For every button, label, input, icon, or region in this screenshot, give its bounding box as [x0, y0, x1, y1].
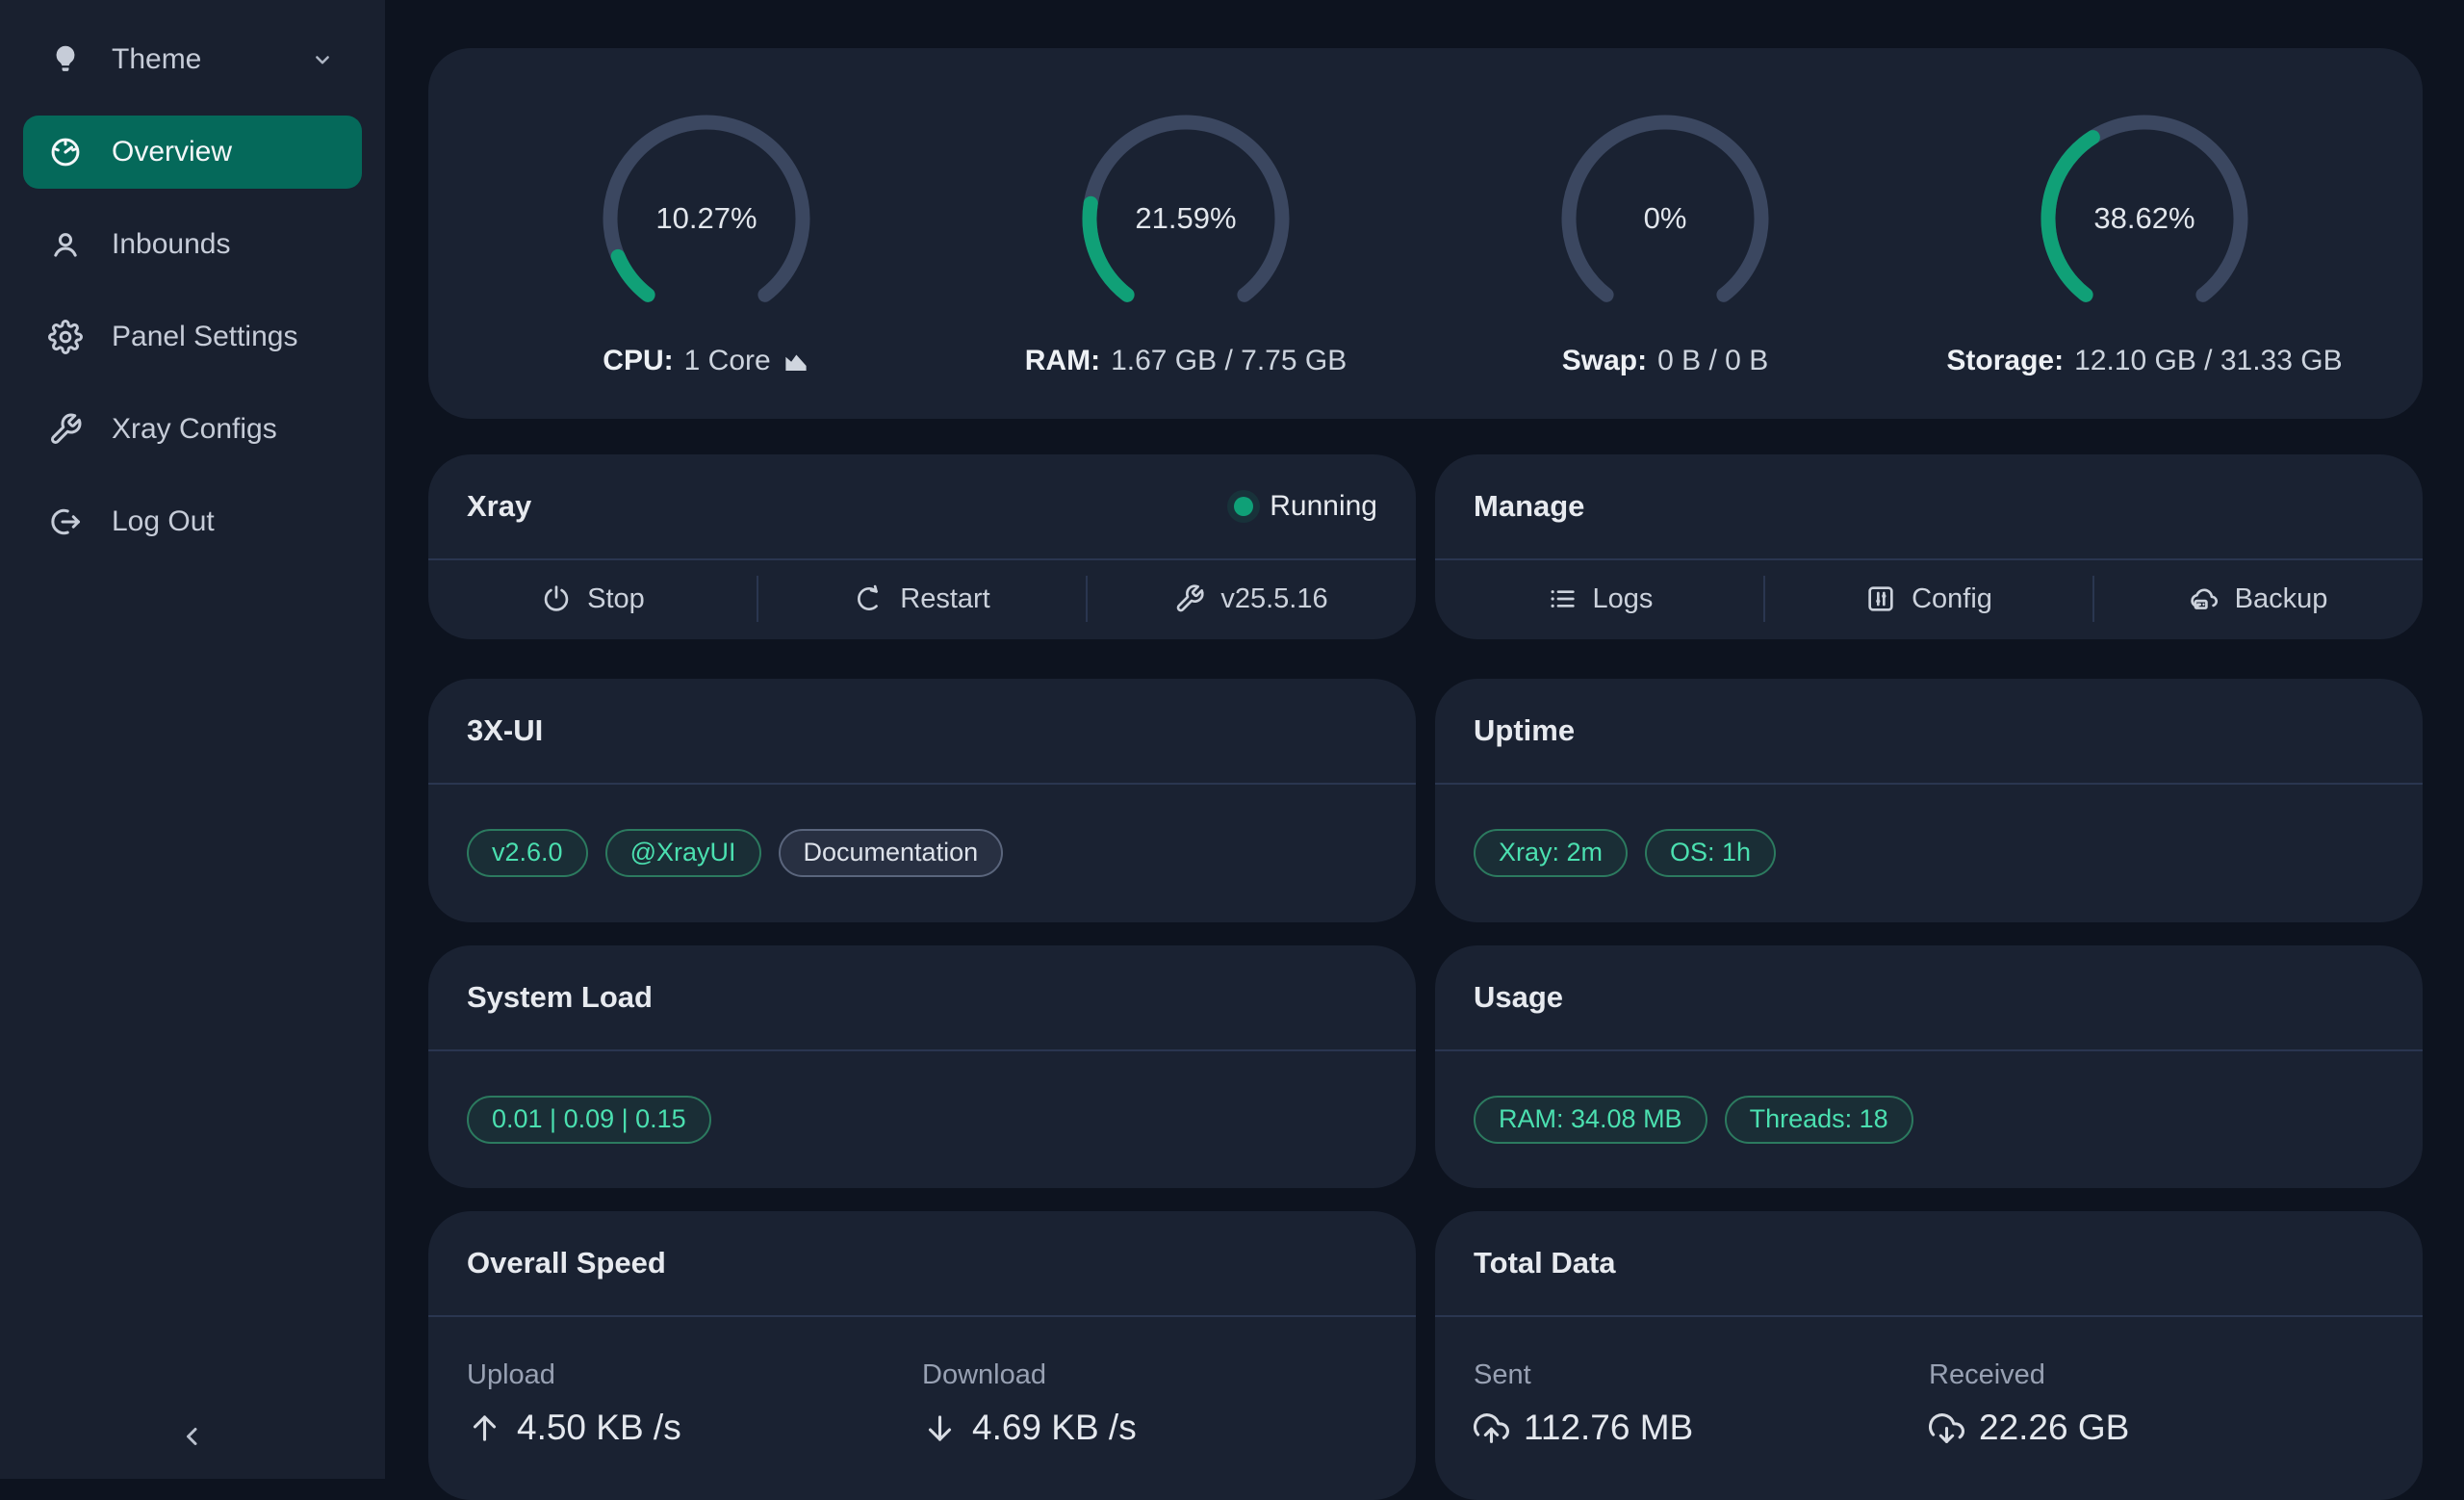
download-value: 4.69 KB /s [972, 1408, 1137, 1448]
sidebar-item-xray-configs[interactable]: Xray Configs [23, 393, 362, 466]
cpu-gauge: 10.27% CPU: 1 Core [467, 48, 946, 419]
xui-card-title: 3X-UI [467, 713, 543, 748]
upload-speed-block: Upload 4.50 KB /s [467, 1317, 922, 1448]
ram-percent: 21.59% [1075, 108, 1296, 329]
sent-data-block: Sent 112.76 MB [1474, 1317, 1929, 1448]
xray-card-title: Xray [467, 489, 531, 524]
uptime-card-title: Uptime [1474, 713, 1575, 748]
xray-version-button[interactable]: v25.5.16 [1087, 560, 1416, 637]
ram-usage-tag: RAM: 34.08 MB [1474, 1096, 1707, 1144]
usage-card: Usage RAM: 34.08 MB Threads: 18 [1435, 945, 2423, 1188]
xray-card: Xray Running Stop Restart [428, 454, 1416, 639]
received-value: 22.26 GB [1979, 1408, 2129, 1448]
cpu-history-chart-icon[interactable] [782, 347, 810, 375]
usage-card-title: Usage [1474, 980, 1563, 1015]
arrow-up-icon [467, 1410, 502, 1446]
sidebar-item-label: Log Out [112, 505, 215, 538]
download-speed-block: Download 4.69 KB /s [922, 1317, 1377, 1448]
cloud-backup-icon [2189, 583, 2220, 614]
sidebar-item-panel-settings[interactable]: Panel Settings [23, 300, 362, 374]
total-data-card: Total Data Sent 112.76 MB Received [1435, 1211, 2423, 1500]
sidebar: Theme Overview Inbounds Panel Settings X… [0, 0, 385, 1479]
main-content: 10.27% CPU: 1 Core 21.59% RAM: 1.67 GB /… [385, 0, 2464, 1479]
wrench-icon [48, 412, 83, 447]
running-status-dot [1234, 497, 1253, 516]
logs-button[interactable]: Logs [1435, 560, 1764, 637]
user-icon [48, 227, 83, 262]
overall-speed-card-title: Overall Speed [467, 1246, 666, 1280]
swap-label: Swap: 0 B / 0 B [1562, 345, 1768, 377]
received-data-block: Received 22.26 GB [1929, 1317, 2384, 1448]
sidebar-item-inbounds[interactable]: Inbounds [23, 208, 362, 281]
gear-icon [48, 320, 83, 354]
sliders-icon [1865, 583, 1896, 614]
manage-card: Manage Logs Config [1435, 454, 2423, 639]
xray-status: Running [1234, 490, 1377, 523]
sidebar-item-label: Inbounds [112, 228, 230, 261]
xray-restart-button[interactable]: Restart [757, 560, 1087, 637]
documentation-tag[interactable]: Documentation [779, 829, 1004, 877]
threads-usage-tag: Threads: 18 [1725, 1096, 1913, 1144]
uptime-card: Uptime Xray: 2m OS: 1h [1435, 679, 2423, 922]
storage-gauge: 38.62% Storage: 12.10 GB / 31.33 GB [1905, 48, 2384, 419]
sidebar-item-label: Panel Settings [112, 321, 297, 353]
storage-percent: 38.62% [2034, 108, 2255, 329]
download-label: Download [922, 1359, 1377, 1391]
arrow-down-icon [922, 1410, 958, 1446]
received-label: Received [1929, 1359, 2384, 1391]
power-icon [541, 583, 572, 614]
sent-label: Sent [1474, 1359, 1929, 1391]
overall-speed-card: Overall Speed Upload 4.50 KB /s Download [428, 1211, 1416, 1500]
sidebar-item-label: Xray Configs [112, 413, 277, 446]
ram-label: RAM: 1.67 GB / 7.75 GB [1025, 345, 1347, 377]
ram-gauge: 21.59% RAM: 1.67 GB / 7.75 GB [946, 48, 1425, 419]
cpu-label: CPU: 1 Core [603, 345, 809, 377]
backup-button[interactable]: Backup [2093, 560, 2423, 637]
list-icon [1547, 583, 1578, 614]
cpu-percent: 10.27% [596, 108, 817, 329]
chevron-down-icon [308, 45, 337, 74]
upload-value: 4.50 KB /s [517, 1408, 681, 1448]
swap-gauge: 0% Swap: 0 B / 0 B [1425, 48, 1905, 419]
sidebar-item-log-out[interactable]: Log Out [23, 485, 362, 558]
storage-label: Storage: 12.10 GB / 31.33 GB [1946, 345, 2342, 377]
xrayui-tag[interactable]: @XrayUI [605, 829, 761, 877]
restart-icon [854, 583, 885, 614]
chevron-left-icon [175, 1419, 210, 1454]
wrench-icon [1174, 583, 1205, 614]
load-average-tag: 0.01 | 0.09 | 0.15 [467, 1096, 711, 1144]
manage-card-title: Manage [1474, 489, 1584, 524]
xray-stop-button[interactable]: Stop [428, 560, 757, 637]
running-status-label: Running [1270, 490, 1377, 523]
xray-uptime-tag: Xray: 2m [1474, 829, 1628, 877]
sidebar-collapse-button[interactable] [0, 1419, 385, 1454]
lightbulb-icon [48, 42, 83, 77]
config-button[interactable]: Config [1764, 560, 2093, 637]
system-stats-card: 10.27% CPU: 1 Core 21.59% RAM: 1.67 GB /… [428, 48, 2423, 419]
total-data-card-title: Total Data [1474, 1246, 1616, 1280]
logout-icon [48, 504, 83, 539]
cloud-upload-icon [1474, 1410, 1509, 1446]
system-load-card-title: System Load [467, 980, 653, 1015]
os-uptime-tag: OS: 1h [1645, 829, 1776, 877]
sidebar-item-theme[interactable]: Theme [23, 23, 362, 96]
xui-card: 3X-UI v2.6.0 @XrayUI Documentation [428, 679, 1416, 922]
sidebar-item-overview[interactable]: Overview [23, 116, 362, 189]
upload-label: Upload [467, 1359, 922, 1391]
system-load-card: System Load 0.01 | 0.09 | 0.15 [428, 945, 1416, 1188]
gauge-icon [48, 135, 83, 169]
cloud-download-icon [1929, 1410, 1964, 1446]
version-tag[interactable]: v2.6.0 [467, 829, 588, 877]
sent-value: 112.76 MB [1524, 1408, 1693, 1448]
sidebar-item-label: Overview [112, 136, 232, 168]
sidebar-item-label: Theme [112, 43, 201, 76]
swap-percent: 0% [1554, 108, 1776, 329]
